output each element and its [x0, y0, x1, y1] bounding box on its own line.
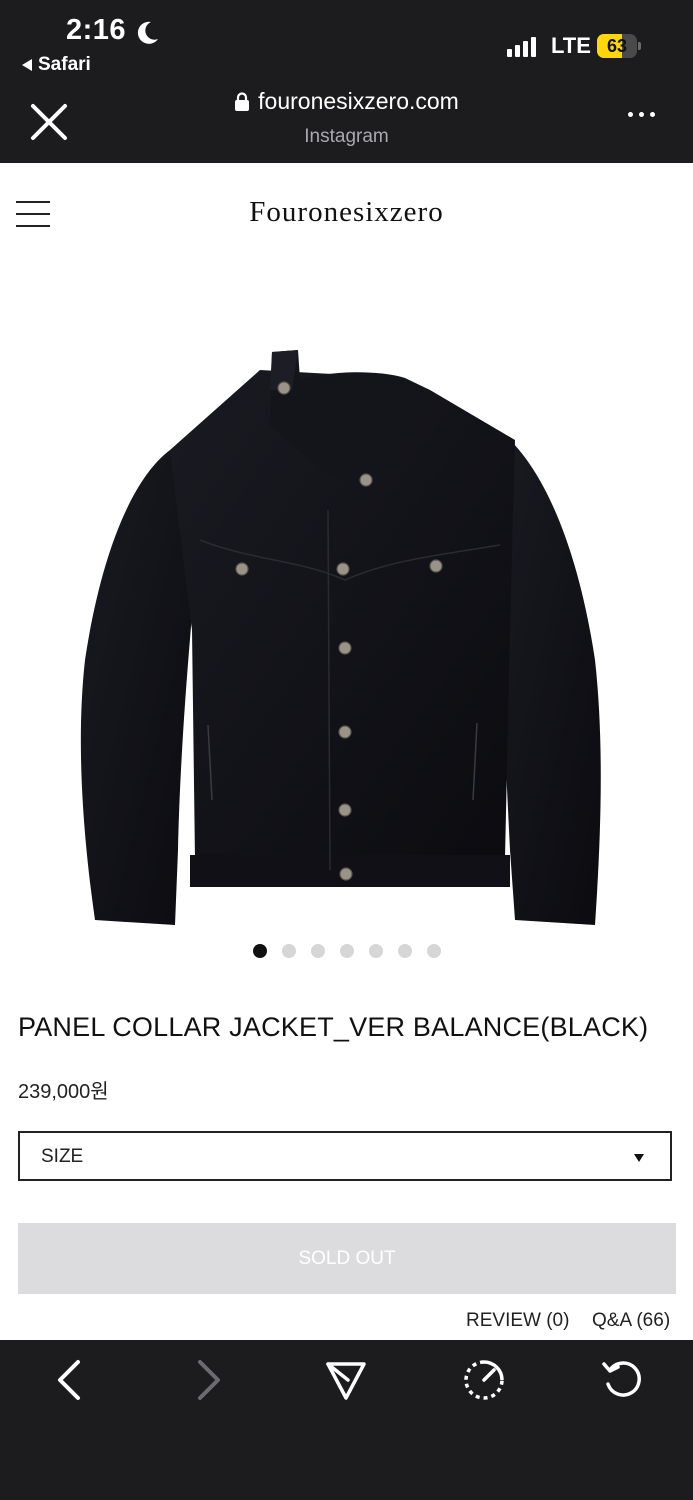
- battery-icon: 63: [597, 34, 641, 58]
- share-icon[interactable]: [324, 1358, 368, 1402]
- back-app-label: Safari: [38, 54, 91, 75]
- browser-top-bar: 2:16 Safari LTE 63 fouronesixzero.com In…: [0, 0, 693, 163]
- size-select[interactable]: SIZE: [18, 1131, 672, 1181]
- product-price: 239,000원: [18, 1081, 109, 1103]
- moon-icon: [137, 21, 158, 44]
- size-select-value: SIZE: [41, 1146, 84, 1167]
- more-options-icon[interactable]: [628, 112, 655, 117]
- address-bar[interactable]: fouronesixzero.com: [234, 88, 459, 115]
- back-triangle-icon: [22, 59, 32, 71]
- back-to-app[interactable]: Safari: [22, 54, 91, 76]
- lock-icon: [235, 91, 250, 111]
- product-image[interactable]: [60, 330, 640, 940]
- pagination-dot[interactable]: [281, 944, 296, 958]
- sold-out-button[interactable]: SOLD OUT: [18, 1223, 676, 1294]
- pagination-dot[interactable]: [310, 944, 325, 958]
- reload-icon[interactable]: [600, 1358, 644, 1402]
- site-logo[interactable]: Fouronesixzero: [0, 196, 693, 229]
- speed-icon[interactable]: [462, 1358, 506, 1402]
- pagination-dot[interactable]: [368, 944, 383, 958]
- image-pagination: [0, 944, 693, 958]
- pagination-dot[interactable]: [426, 944, 441, 958]
- url-subtitle: Instagram: [304, 126, 389, 147]
- signal-icon: [507, 35, 536, 57]
- network-label: LTE: [551, 33, 591, 58]
- dropdown-arrow-icon: [634, 1154, 644, 1162]
- qa-tab[interactable]: Q&A (66): [592, 1310, 670, 1332]
- back-icon[interactable]: [48, 1358, 92, 1402]
- product-title: PANEL COLLAR JACKET_VER BALANCE(BLACK): [18, 1012, 649, 1042]
- browser-bottom-toolbar: [0, 1340, 693, 1500]
- url-text: fouronesixzero.com: [258, 88, 459, 114]
- status-time: 2:16: [66, 14, 127, 46]
- pagination-dot[interactable]: [339, 944, 354, 958]
- forward-icon[interactable]: [186, 1358, 230, 1402]
- pagination-dot[interactable]: [397, 944, 412, 958]
- review-tab[interactable]: REVIEW (0): [466, 1310, 569, 1332]
- pagination-dot[interactable]: [252, 944, 267, 958]
- battery-level: 63: [606, 36, 628, 56]
